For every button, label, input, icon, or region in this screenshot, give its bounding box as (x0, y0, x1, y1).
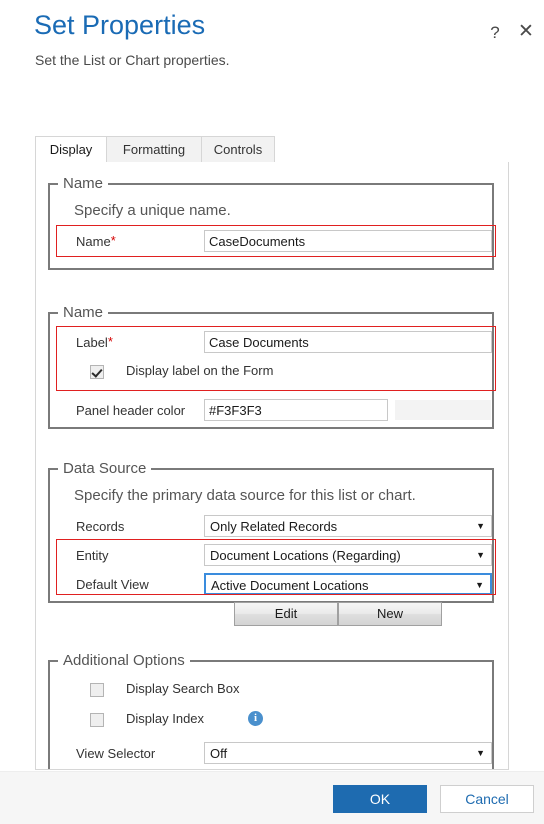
display-tab-panel: Name Specify a unique name. Name* Name L… (35, 162, 509, 770)
data-source-description: Specify the primary data source for this… (74, 487, 416, 504)
edit-button[interactable]: Edit (234, 602, 338, 626)
group-name-unique: Name Specify a unique name. Name* (48, 175, 496, 270)
cancel-button[interactable]: Cancel (440, 785, 534, 813)
panel-header-color-label: Panel header color (76, 403, 186, 418)
close-icon[interactable]: ✕ (516, 22, 536, 41)
entity-dropdown[interactable]: Document Locations (Regarding) ▼ (204, 544, 492, 566)
panel-header-color-input[interactable] (204, 399, 388, 421)
help-icon[interactable]: ? (486, 24, 504, 41)
group-additional-options: Additional Options Display Search Box Di… (48, 652, 494, 769)
view-selector-dropdown[interactable]: Off ▼ (204, 742, 492, 764)
required-marker: * (107, 334, 113, 349)
default-view-dropdown-value: Active Document Locations (211, 578, 369, 593)
chevron-down-icon: ▼ (476, 748, 485, 758)
view-selector-dropdown-value: Off (210, 746, 228, 761)
group-data-source-legend: Data Source (63, 460, 147, 477)
ok-button[interactable]: OK (333, 785, 427, 813)
new-button[interactable]: New (338, 602, 442, 626)
tab-display[interactable]: Display (35, 136, 107, 163)
group-data-source: Data Source Specify the primary data sou… (48, 460, 496, 626)
name-field-label-text: Name (76, 234, 111, 249)
required-marker: * (110, 233, 116, 248)
label-input[interactable] (204, 331, 492, 353)
display-search-box-label: Display Search Box (126, 681, 240, 696)
name-field-label: Name* (76, 234, 116, 249)
name-input[interactable] (204, 230, 492, 252)
group-name-label-legend: Name (63, 304, 104, 321)
info-icon[interactable]: i (248, 711, 263, 726)
entity-dropdown-value: Document Locations (Regarding) (210, 548, 401, 563)
records-label: Records (76, 519, 125, 534)
page-title: Set Properties (34, 10, 206, 40)
chevron-down-icon: ▼ (475, 580, 484, 590)
dialog-header: Set Properties Set the List or Chart pro… (0, 0, 544, 110)
display-label-checkbox-label: Display label on the Form (126, 363, 274, 378)
chevron-down-icon: ▼ (476, 521, 485, 531)
page-subtitle: Set the List or Chart properties. (35, 52, 230, 68)
dialog-footer: OK Cancel (0, 771, 544, 824)
default-view-dropdown[interactable]: Active Document Locations ▼ (204, 573, 492, 595)
panel-header-color-swatch (394, 399, 492, 421)
tab-strip: Display Formatting Controls (35, 136, 509, 163)
group-name-unique-legend: Name (63, 175, 104, 192)
records-dropdown-value: Only Related Records (210, 519, 338, 534)
entity-label: Entity (76, 548, 109, 563)
default-view-label: Default View (76, 577, 149, 592)
label-field-label-text: Label (76, 335, 108, 350)
display-index-label: Display Index (126, 711, 205, 726)
records-dropdown[interactable]: Only Related Records ▼ (204, 515, 492, 537)
view-selector-label: View Selector (76, 746, 156, 761)
name-unique-description: Specify a unique name. (74, 202, 231, 219)
group-name-label: Name Label* Display label on the Form Pa… (48, 304, 496, 429)
display-index-checkbox[interactable] (90, 713, 104, 727)
chevron-down-icon: ▼ (476, 550, 485, 560)
display-label-checkbox[interactable] (90, 365, 104, 379)
group-additional-options-legend: Additional Options (63, 652, 185, 669)
tab-controls[interactable]: Controls (201, 136, 275, 163)
tab-formatting[interactable]: Formatting (106, 136, 202, 163)
label-field-label: Label* (76, 335, 113, 350)
display-search-box-checkbox[interactable] (90, 683, 104, 697)
